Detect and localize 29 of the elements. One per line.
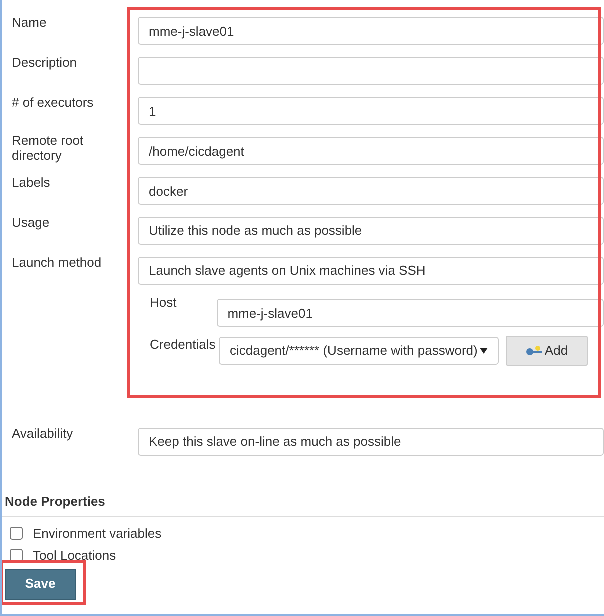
checkbox-label: Environment variables	[33, 524, 162, 543]
add-button[interactable]: Add	[506, 336, 588, 366]
dropdown[interactable]: cicdagent/****** (Username with password)	[219, 337, 499, 365]
save-button[interactable]: Save	[5, 568, 76, 600]
input-field[interactable]: mme-j-slave01	[216, 299, 604, 327]
input-field[interactable]: docker	[138, 177, 604, 205]
field-label: Name	[12, 15, 47, 30]
field-label: # of executors	[12, 95, 94, 110]
dropdown[interactable]: Keep this slave on-line as much as possible	[138, 428, 604, 456]
field-label: Host	[149, 294, 178, 312]
section-heading: Node Properties	[2, 492, 604, 516]
field-label: Launch method	[12, 255, 102, 270]
field-label: Labels	[12, 175, 50, 190]
checkbox-label: Tool Locations	[33, 546, 116, 565]
input-field[interactable]	[138, 57, 604, 85]
field-label: Remote root directory	[12, 133, 85, 163]
dropdown[interactable]: Utilize this node as much as possible	[138, 217, 604, 245]
field-label: Credentials	[149, 336, 217, 354]
checkbox[interactable]	[10, 549, 23, 562]
dropdown[interactable]: Launch slave agents on Unix machines via SSH	[138, 257, 604, 285]
field-label: Usage	[12, 215, 50, 230]
key-icon	[526, 346, 542, 356]
field-label: Description	[12, 55, 78, 70]
checkbox[interactable]	[10, 527, 23, 540]
input-field[interactable]: 1	[138, 97, 604, 125]
field-label: Availability	[12, 426, 74, 441]
input-field[interactable]: /home/cicdagent	[138, 137, 604, 165]
input-field[interactable]: mme-j-slave01	[138, 17, 604, 45]
caret-icon	[480, 348, 488, 354]
